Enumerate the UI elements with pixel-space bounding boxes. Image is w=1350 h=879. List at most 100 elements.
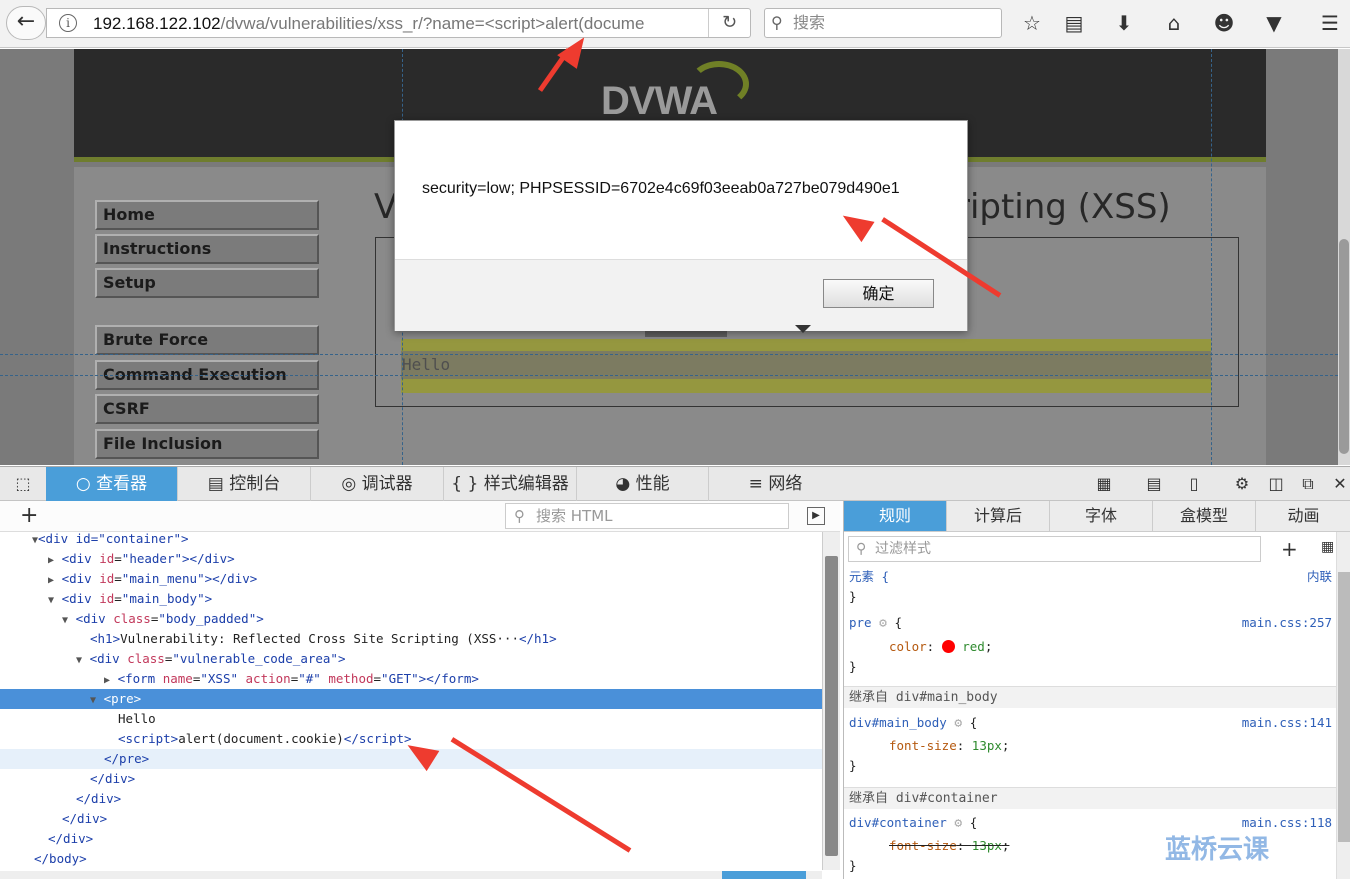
rule-declaration[interactable]: color: red; bbox=[889, 637, 992, 657]
url-path: /dvwa/vulnerabilities/xss_r/?name=<scrip… bbox=[220, 14, 645, 33]
url-host: 192.168.122.102 bbox=[93, 14, 221, 33]
pocket-icon[interactable]: ▼ bbox=[1260, 10, 1288, 38]
menu-item-setup[interactable]: Setup bbox=[95, 268, 319, 298]
tree-node[interactable]: ▶ <div id="header"></div> bbox=[0, 549, 822, 569]
color-swatch[interactable] bbox=[941, 640, 955, 653]
info-icon[interactable]: i bbox=[59, 14, 77, 32]
guide-line bbox=[0, 375, 1338, 376]
tab-network[interactable]: ≡ 网络 bbox=[709, 467, 842, 501]
tree-node-selected[interactable]: ▼ <pre> bbox=[0, 689, 822, 709]
rule-selector: 元素 { bbox=[849, 567, 889, 587]
alert-message: security=low; PHPSESSID=6702e4c69f03eeab… bbox=[422, 180, 900, 197]
home-icon[interactable]: ⌂ bbox=[1160, 10, 1188, 38]
tree-node[interactable]: <h1>Vulnerability: Reflected Cross Site … bbox=[0, 629, 822, 649]
markup-scrollbar[interactable] bbox=[822, 532, 840, 870]
dock-side-icon[interactable]: ◫ bbox=[1265, 473, 1287, 495]
highlight-icon[interactable]: ⚙ bbox=[954, 716, 962, 731]
tree-node[interactable]: </div> bbox=[0, 789, 822, 809]
page-scrollbar[interactable] bbox=[1338, 49, 1350, 465]
node-id: main_body bbox=[129, 591, 198, 606]
dock-bottom-icon[interactable]: ▯ bbox=[1183, 473, 1205, 495]
tab-inspector-label: 查看器 bbox=[96, 474, 148, 494]
ok-button[interactable]: 确定 bbox=[823, 279, 934, 308]
add-node-button[interactable]: + bbox=[20, 503, 38, 528]
rules-scroll-thumb[interactable] bbox=[1338, 572, 1350, 842]
page-scroll-thumb[interactable] bbox=[1339, 239, 1349, 454]
node-text: </body> bbox=[34, 851, 87, 866]
tab-style-editor[interactable]: { } 样式编辑器 bbox=[444, 467, 577, 501]
node-attr: GET bbox=[388, 671, 412, 686]
tab-computed[interactable]: 计算后 bbox=[947, 501, 1050, 531]
rules-panel: 规则 计算后 字体 盒模型 动画 ⚲ 过滤样式 + ▦ 元素 { 内联 } pre… bbox=[843, 501, 1350, 879]
tree-node[interactable]: </div> bbox=[0, 829, 822, 849]
prop-value: red bbox=[962, 639, 985, 654]
tree-node[interactable]: </div> bbox=[0, 769, 822, 789]
tab-console[interactable]: ▤ 控制台 bbox=[178, 467, 311, 501]
back-button[interactable]: ← bbox=[6, 6, 46, 40]
rules-scrollbar[interactable] bbox=[1336, 532, 1350, 879]
html-search-input[interactable]: ⚲ 搜索 HTML bbox=[505, 503, 789, 529]
menu-item-home[interactable]: Home bbox=[95, 200, 319, 230]
menu-item-instructions[interactable]: Instructions bbox=[95, 234, 319, 264]
reading-list-icon[interactable]: ▤ bbox=[1060, 10, 1088, 38]
rule-source[interactable]: main.css:257 bbox=[1242, 613, 1332, 633]
browser-toolbar: ← i 192.168.122.102/dvwa/vulnerabilities… bbox=[0, 0, 1350, 48]
menu-item-brute-force[interactable]: Brute Force bbox=[95, 325, 319, 355]
reload-icon[interactable]: ↻ bbox=[708, 9, 750, 37]
pick-element-icon[interactable]: ⬚ bbox=[12, 473, 34, 495]
tab-box-model[interactable]: 盒模型 bbox=[1153, 501, 1256, 531]
tree-node[interactable]: ▼ <div id="main_body"> bbox=[0, 589, 822, 609]
tab-animations[interactable]: 动画 bbox=[1256, 501, 1350, 531]
tab-inspector[interactable]: ○ 查看器 bbox=[46, 467, 178, 501]
node-text: </div> bbox=[76, 791, 122, 806]
bookmark-star-icon[interactable]: ☆ bbox=[1018, 10, 1046, 38]
breadcrumb-selected[interactable] bbox=[722, 871, 806, 879]
rule-declaration-overridden[interactable]: font-size: 13px; bbox=[889, 836, 1009, 856]
menu-item-csrf[interactable]: CSRF bbox=[95, 394, 319, 424]
search-input[interactable]: ⚲ 搜索 bbox=[764, 8, 1002, 38]
undock-icon[interactable]: ⧉ bbox=[1297, 473, 1319, 495]
tree-node[interactable]: ▼ <div class="vulnerable_code_area"> bbox=[0, 649, 822, 669]
highlight-icon[interactable]: ⚙ bbox=[954, 816, 962, 831]
download-icon[interactable]: ⬇ bbox=[1110, 10, 1138, 38]
selector-text: 元素 { bbox=[849, 569, 890, 584]
watermark-logo: 蓝桥云课 bbox=[1165, 835, 1270, 865]
markup-scroll-thumb[interactable] bbox=[825, 556, 838, 856]
node-text: Hello bbox=[118, 711, 156, 726]
responsive-icon[interactable]: ▦ bbox=[1093, 473, 1115, 495]
rule-source[interactable]: main.css:141 bbox=[1242, 713, 1332, 733]
menu-icon[interactable]: ☰ bbox=[1316, 10, 1344, 38]
add-rule-button[interactable]: + bbox=[1281, 537, 1298, 561]
inspector-toolbar: + ⚲ 搜索 HTML ▶ bbox=[0, 501, 840, 532]
menu-item-file-inclusion[interactable]: File Inclusion bbox=[95, 429, 319, 459]
highlight-icon[interactable]: ⚙ bbox=[879, 616, 887, 631]
tab-performance[interactable]: ◕ 性能 bbox=[577, 467, 709, 501]
url-text: 192.168.122.102/dvwa/vulnerabilities/xss… bbox=[93, 13, 705, 35]
rule-source[interactable]: 内联 bbox=[1307, 567, 1332, 587]
breadcrumb bbox=[0, 871, 822, 879]
tree-node[interactable]: Hello bbox=[0, 709, 822, 729]
url-bar[interactable]: i 192.168.122.102/dvwa/vulnerabilities/x… bbox=[46, 8, 751, 38]
tree-node[interactable]: ▼ <div class="body_padded"> bbox=[0, 609, 822, 629]
tab-rules[interactable]: 规则 bbox=[844, 501, 947, 531]
tree-node[interactable]: ▶ <form name="XSS" action="#" method="GE… bbox=[0, 669, 822, 689]
split-console-icon[interactable]: ▤ bbox=[1143, 473, 1165, 495]
close-icon[interactable]: ✕ bbox=[1329, 473, 1350, 495]
toggle-sidebar-icon[interactable]: ▶ bbox=[807, 507, 825, 525]
alert-dialog: security=low; PHPSESSID=6702e4c69f03eeab… bbox=[394, 120, 968, 333]
toggle-classes-icon[interactable]: ▦ bbox=[1321, 539, 1334, 555]
tree-node[interactable]: </body> bbox=[0, 849, 822, 869]
tree-node[interactable]: </div> bbox=[0, 809, 822, 829]
filter-styles-input[interactable]: ⚲ 过滤样式 bbox=[848, 536, 1261, 562]
settings-icon[interactable]: ⚙ bbox=[1231, 473, 1253, 495]
node-text: </div> bbox=[90, 771, 136, 786]
tree-node[interactable]: ▼<div id="container"> bbox=[0, 532, 822, 549]
tab-debugger[interactable]: ◎ 调试器 bbox=[311, 467, 444, 501]
tree-node[interactable]: ▶ <div id="main_menu"></div> bbox=[0, 569, 822, 589]
hello-icon[interactable]: ☻ bbox=[1210, 10, 1238, 38]
guide-line bbox=[1211, 49, 1212, 465]
pre-hello-text: Hello bbox=[402, 355, 451, 374]
node-attr: # bbox=[305, 671, 314, 686]
tab-fonts[interactable]: 字体 bbox=[1050, 501, 1153, 531]
rule-declaration[interactable]: font-size: 13px; bbox=[889, 736, 1009, 756]
